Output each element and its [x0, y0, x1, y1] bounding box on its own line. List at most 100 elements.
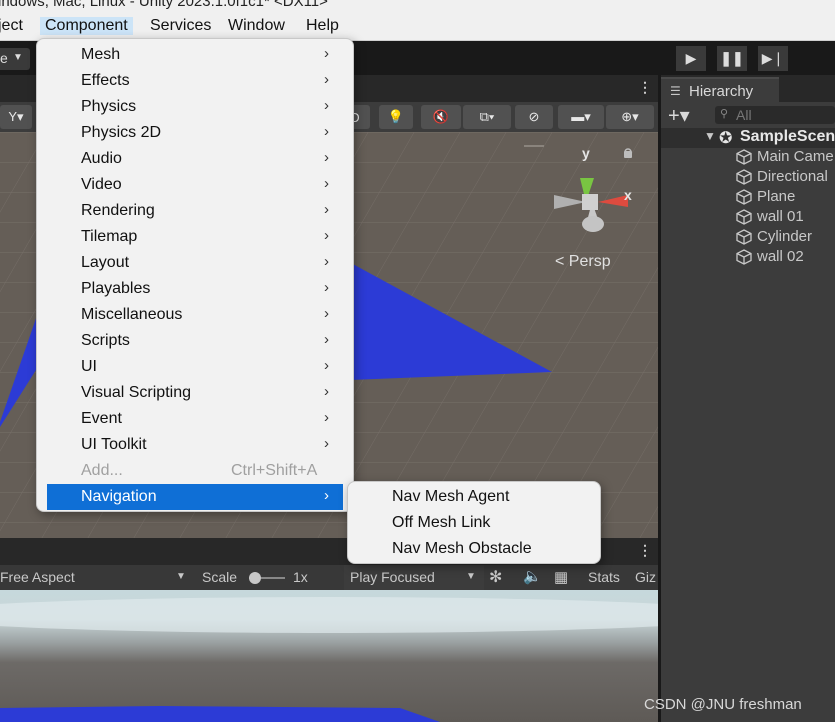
- game-canvas: [0, 597, 658, 722]
- axis-icon: Y▾: [8, 109, 24, 124]
- projection-toggle[interactable]: < Persp: [555, 253, 611, 271]
- effects-dropdown-button[interactable]: ⧉▾: [463, 105, 511, 129]
- pause-button[interactable]: ❚❚: [717, 46, 747, 71]
- stats-button[interactable]: Stats: [588, 569, 620, 585]
- menu-item-physics[interactable]: Physics ›: [37, 94, 351, 120]
- menu-item-add: Add... Ctrl+Shift+A: [37, 458, 351, 484]
- audio-icon[interactable]: 🔈: [523, 567, 542, 585]
- menu-project[interactable]: ject: [0, 17, 23, 35]
- submenu-item-nav-mesh-obstacle[interactable]: Nav Mesh Obstacle: [348, 536, 598, 562]
- list-icon: ☰: [670, 84, 681, 98]
- play-mode-label: Play Focused: [350, 569, 435, 585]
- menu-item-scripts[interactable]: Scripts ›: [37, 328, 351, 354]
- submenu-item-nav-mesh-agent[interactable]: Nav Mesh Agent: [348, 484, 598, 510]
- layout-dropdown[interactable]: e ▼: [0, 48, 30, 70]
- unity-scene-icon: ✪: [719, 130, 733, 147]
- hierarchy-item[interactable]: Directional: [736, 168, 828, 188]
- audio-mute-icon: 🔇: [432, 109, 450, 124]
- scale-slider-thumb[interactable]: [249, 572, 261, 584]
- gizmos-button[interactable]: Giz: [635, 569, 656, 585]
- menu-item-label: Physics: [81, 98, 137, 115]
- hierarchy-tab[interactable]: ☰ Hierarchy: [661, 77, 779, 104]
- submenu-item-label: Nav Mesh Agent: [392, 488, 510, 505]
- gizmo-y-label: y: [582, 145, 590, 161]
- gameobject-cube-icon: [736, 189, 752, 205]
- gizmo-x-label: x: [624, 187, 632, 203]
- more-options-icon[interactable]: ⋮: [638, 79, 652, 96]
- menu-item-event[interactable]: Event ›: [37, 406, 351, 432]
- submenu-item-label: Nav Mesh Obstacle: [392, 540, 532, 557]
- menu-services[interactable]: Services: [150, 17, 211, 35]
- search-icon: ⚲: [720, 108, 729, 120]
- chevron-down-icon: ▼: [176, 571, 186, 582]
- menu-item-miscellaneous[interactable]: Miscellaneous ›: [37, 302, 351, 328]
- visibility-icon: ⊘: [528, 109, 540, 124]
- hierarchy-item[interactable]: Plane: [736, 188, 795, 208]
- menu-item-label: Playables: [81, 280, 151, 297]
- chevron-right-icon: ›: [324, 97, 329, 114]
- menu-item-label: Miscellaneous: [81, 306, 183, 323]
- menu-item-physics-2d[interactable]: Physics 2D ›: [37, 120, 351, 146]
- game-more-options-icon[interactable]: ⋮: [638, 542, 652, 559]
- chevron-down-icon: ▼: [13, 52, 23, 63]
- window-title: indows, Mac, Linux - Unity 2023.1.0f1c1*…: [0, 0, 328, 10]
- bug-icon[interactable]: ✻: [489, 567, 502, 587]
- chevron-right-icon: ›: [324, 175, 329, 192]
- menu-component[interactable]: Component: [40, 17, 133, 35]
- gizmos-dropdown-button[interactable]: ⊕▾: [606, 105, 654, 129]
- menu-help[interactable]: Help: [306, 17, 339, 35]
- chevron-right-icon: ›: [324, 71, 329, 88]
- menu-item-visual-scripting[interactable]: Visual Scripting ›: [37, 380, 351, 406]
- menu-item-tilemap[interactable]: Tilemap ›: [37, 224, 351, 250]
- submenu-item-label: Off Mesh Link: [392, 514, 491, 531]
- menu-item-playables[interactable]: Playables ›: [37, 276, 351, 302]
- transform-tools-button[interactable]: Y▾: [0, 105, 32, 129]
- submenu-item-off-mesh-link[interactable]: Off Mesh Link: [348, 510, 598, 536]
- gameobject-cube-icon: [736, 229, 752, 245]
- hierarchy-search-input[interactable]: ⚲ All: [715, 106, 835, 124]
- camera-dropdown-button[interactable]: ▬▾: [558, 105, 604, 129]
- aspect-dropdown[interactable]: Free Aspect ▼: [0, 565, 193, 590]
- menu-item-ui-toolkit[interactable]: UI Toolkit ›: [37, 432, 351, 458]
- hierarchy-item[interactable]: wall 02: [736, 248, 804, 268]
- menu-item-label: Scripts: [81, 332, 130, 349]
- game-view[interactable]: [0, 590, 658, 722]
- expand-arrow-icon[interactable]: ▼: [704, 129, 716, 143]
- hierarchy-item[interactable]: Cylinder: [736, 228, 812, 248]
- step-button[interactable]: ▶❘: [758, 46, 788, 71]
- menu-item-ui[interactable]: UI ›: [37, 354, 351, 380]
- game-plane: [0, 706, 440, 722]
- gizmos-icon: ⊕▾: [621, 109, 639, 124]
- scale-slider[interactable]: [249, 572, 285, 584]
- menu-item-video[interactable]: Video ›: [37, 172, 351, 198]
- projection-icon: <: [555, 253, 565, 270]
- menu-item-label: Layout: [81, 254, 130, 271]
- visibility-toggle-button[interactable]: ⊘: [515, 105, 553, 129]
- menu-item-label: Visual Scripting: [81, 384, 191, 401]
- play-mode-dropdown[interactable]: Play Focused ▼: [344, 565, 484, 590]
- grid-icon[interactable]: ▦: [554, 568, 568, 586]
- hierarchy-item[interactable]: wall 01: [736, 208, 804, 228]
- menu-item-label: Tilemap: [81, 228, 138, 245]
- scene-row[interactable]: ▼ ✪ SampleScen: [661, 128, 835, 148]
- menu-item-rendering[interactable]: Rendering ›: [37, 198, 351, 224]
- menu-window[interactable]: Window: [228, 17, 285, 35]
- step-icon: ▶❘: [761, 50, 785, 66]
- lighting-toggle-button[interactable]: 💡: [379, 105, 413, 129]
- play-icon: ▶: [685, 50, 697, 66]
- menu-item-navigation[interactable]: Navigation ›: [47, 484, 343, 510]
- menu-item-layout[interactable]: Layout ›: [37, 250, 351, 276]
- menu-item-effects[interactable]: Effects ›: [37, 68, 351, 94]
- menu-item-label: Mesh: [81, 46, 121, 63]
- hierarchy-item-label: Directional: [757, 168, 828, 185]
- menu-item-label: Rendering: [81, 202, 155, 219]
- hierarchy-item[interactable]: Main Came: [736, 148, 834, 168]
- add-icon[interactable]: +▾: [668, 103, 690, 128]
- orientation-gizmo[interactable]: y x: [550, 145, 640, 237]
- menu-item-audio[interactable]: Audio ›: [37, 146, 351, 172]
- scale-label: Scale: [202, 569, 238, 585]
- menu-item-mesh[interactable]: Mesh ›: [37, 42, 351, 68]
- play-button[interactable]: ▶: [676, 46, 706, 71]
- audio-toggle-button[interactable]: 🔇: [421, 105, 461, 129]
- chevron-right-icon: ›: [324, 149, 329, 166]
